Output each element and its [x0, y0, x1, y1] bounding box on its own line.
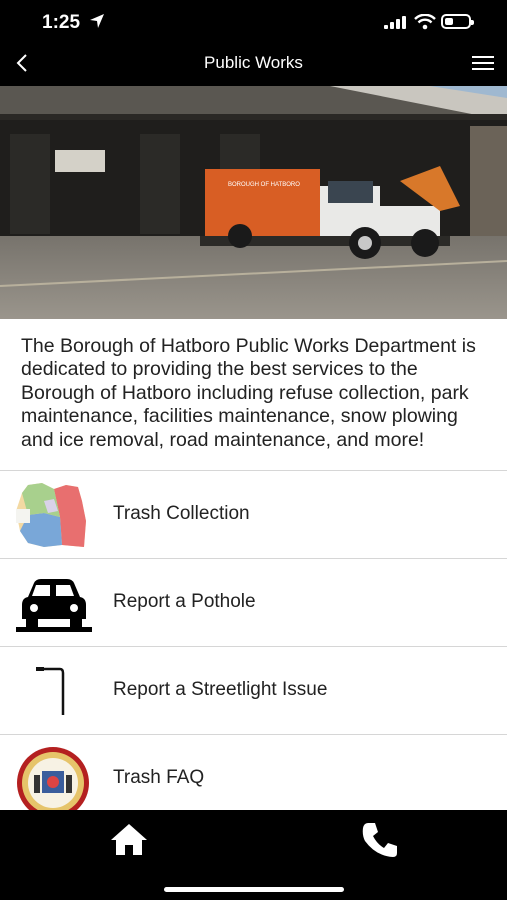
map-icon — [16, 483, 86, 548]
intro-text: The Borough of Hatboro Public Works Depa… — [0, 319, 507, 472]
tab-bar — [0, 810, 507, 900]
location-arrow-icon — [90, 14, 104, 28]
battery-icon — [441, 14, 474, 29]
list-item-report-streetlight[interactable]: Report a Streetlight Issue — [0, 647, 507, 736]
signal-icon — [384, 16, 406, 29]
wifi-icon — [414, 14, 436, 30]
content-scroll[interactable]: The Borough of Hatboro Public Works Depa… — [0, 319, 507, 810]
item-label: Trash Collection — [113, 503, 250, 525]
item-label: Report a Pothole — [113, 591, 256, 613]
status-time: 1:25 — [42, 12, 81, 33]
home-icon[interactable] — [109, 822, 149, 856]
list-item-report-pothole[interactable]: Report a Pothole — [0, 559, 507, 648]
page-title: Public Works — [204, 53, 303, 72]
truck-text: BOROUGH OF HATBORO — [228, 182, 300, 188]
list-item-trash-collection[interactable]: Trash Collection — [0, 471, 507, 560]
list-item-trash-faq[interactable]: Trash FAQ — [0, 735, 507, 810]
home-indicator — [164, 887, 344, 892]
phone-icon[interactable] — [360, 820, 400, 860]
status-bar: 1:25 — [0, 0, 507, 44]
item-label: Trash FAQ — [113, 767, 205, 789]
nav-bar: Public Works — [0, 44, 507, 86]
hero-image: BOROUGH OF HATBORO — [0, 86, 507, 319]
car-icon — [16, 579, 92, 633]
item-label: Report a Streetlight Issue — [113, 679, 328, 701]
hamburger-menu-icon[interactable] — [472, 54, 494, 72]
streetlight-icon — [36, 667, 65, 716]
seal-icon — [17, 747, 89, 810]
